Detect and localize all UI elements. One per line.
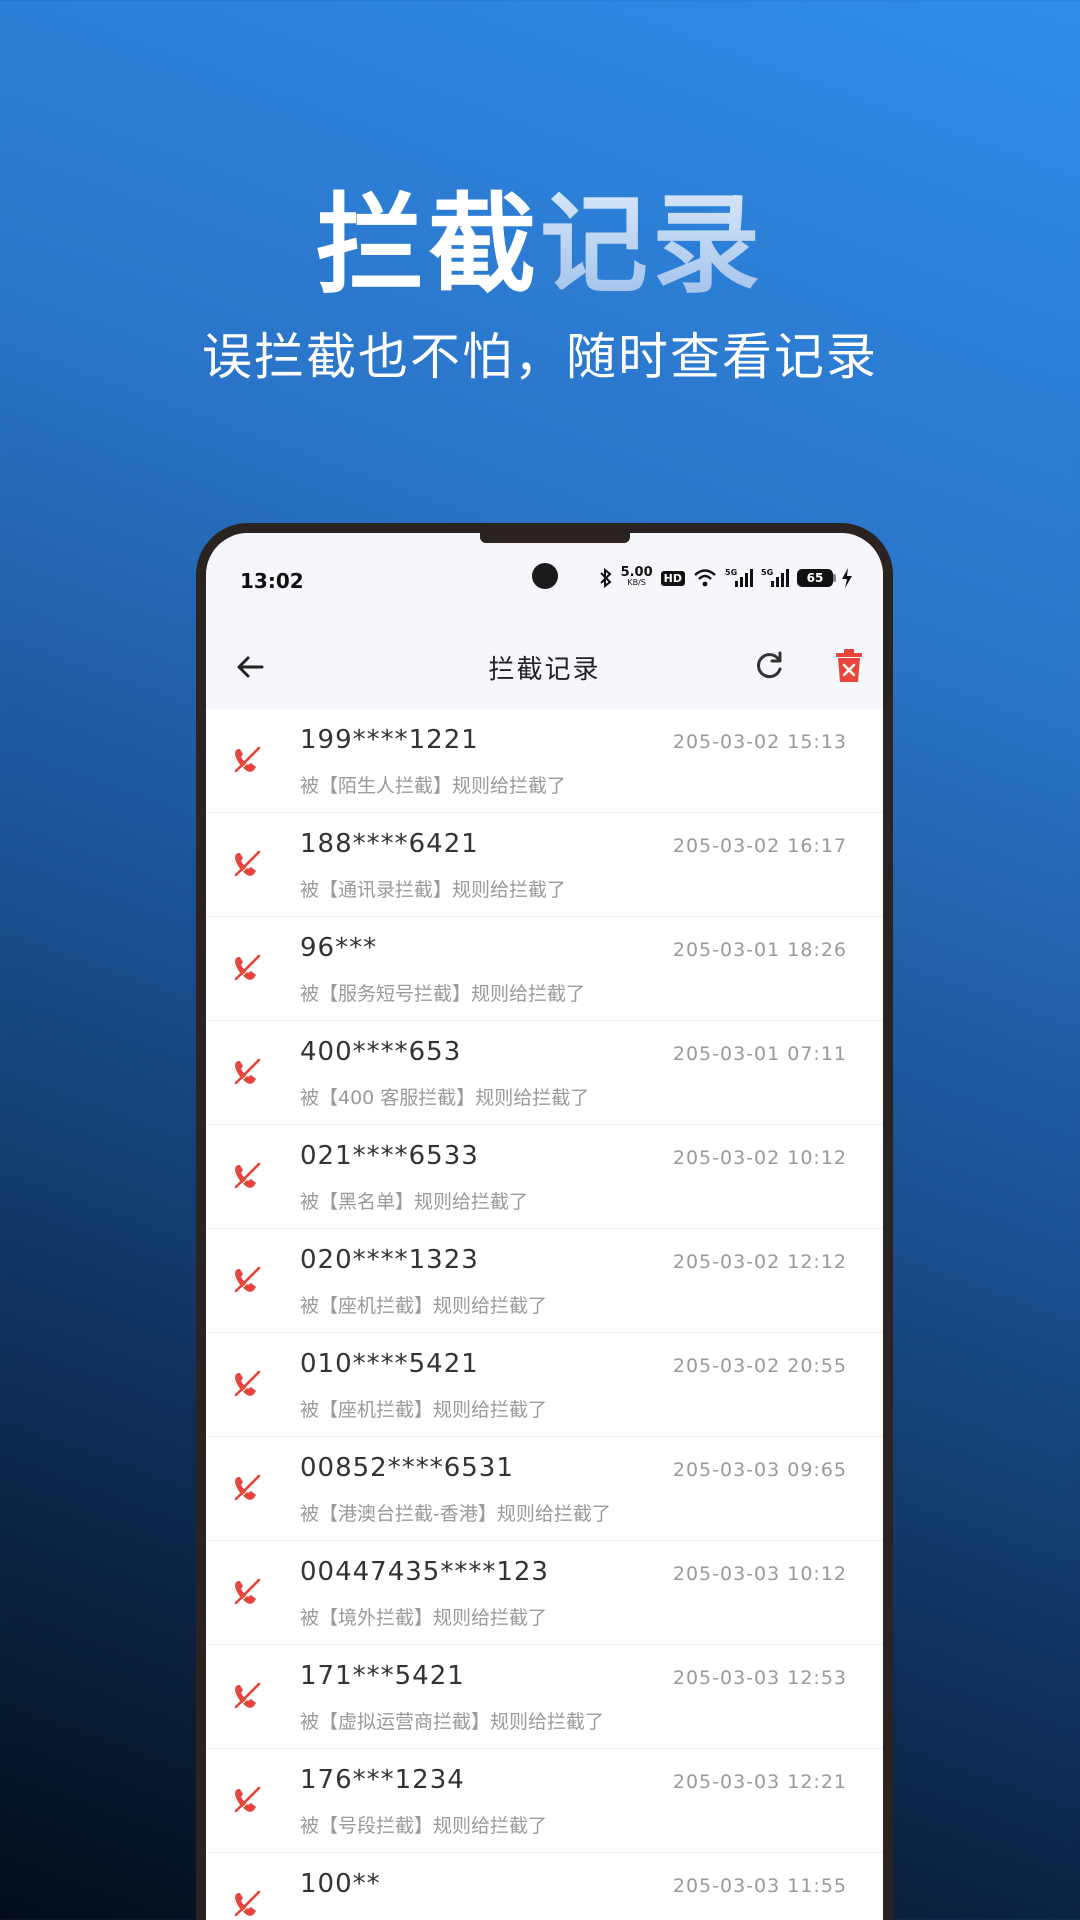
blocked-call-icon xyxy=(234,1474,262,1502)
wifi-icon xyxy=(694,569,716,587)
record-number: 400****653 xyxy=(300,1037,462,1067)
record-row[interactable]: 176***1234 205-03-03 12:21 被【号段拦截】规则给拦截了 xyxy=(206,1749,883,1853)
record-description: 被【港澳台拦截-香港】规则给拦截了 xyxy=(300,1503,611,1525)
hd-icon: HD xyxy=(660,570,685,586)
record-description: 被【服务短号拦截】规则给拦截了 xyxy=(300,983,586,1005)
record-time: 205-03-03 12:21 xyxy=(672,1771,847,1793)
signal-5g-icon: 5G xyxy=(725,568,753,587)
record-row[interactable]: 010****5421 205-03-02 20:55 被【座机拦截】规则给拦截… xyxy=(206,1333,883,1437)
blocked-call-icon xyxy=(234,954,262,982)
net-speed-value: 5.00 xyxy=(620,565,653,580)
record-number: 96*** xyxy=(300,933,378,963)
delete-all-button[interactable] xyxy=(834,649,864,683)
record-number: 199****1221 xyxy=(300,725,479,755)
blocked-call-icon xyxy=(234,1162,262,1190)
phone-notch xyxy=(480,533,630,543)
svg-text:5G: 5G xyxy=(761,568,773,577)
record-time: 205-03-03 12:53 xyxy=(672,1667,847,1689)
record-number: 00447435****123 xyxy=(300,1557,549,1587)
blocked-call-icon xyxy=(234,1786,262,1814)
record-time: 205-03-02 10:12 xyxy=(672,1147,847,1169)
record-row[interactable]: 188****6421 205-03-02 16:17 被【通讯录拦截】规则给拦… xyxy=(206,813,883,917)
record-description: 被【号段拦截】规则给拦截了 xyxy=(300,1815,548,1837)
record-time: 205-03-03 11:55 xyxy=(672,1875,847,1897)
net-speed-unit: KB/S xyxy=(627,578,646,587)
record-number: 100** xyxy=(300,1869,381,1899)
phone-screen: 13:02 5.00 KB/S HD 5G 5G 65 拦截记录 199****… xyxy=(206,533,883,1920)
charging-icon xyxy=(842,568,852,588)
record-row[interactable]: 020****1323 205-03-02 12:12 被【座机拦截】规则给拦截… xyxy=(206,1229,883,1333)
record-row[interactable]: 00447435****123 205-03-03 10:12 被【境外拦截】规… xyxy=(206,1541,883,1645)
signal-5g-icon: 5G xyxy=(761,568,789,587)
blocked-call-icon xyxy=(234,1682,262,1710)
record-description: 被【座机拦截】规则给拦截了 xyxy=(300,1295,548,1317)
battery-icon: 65 xyxy=(797,569,836,587)
app-bar: 拦截记录 xyxy=(206,623,883,709)
record-time: 205-03-01 07:11 xyxy=(672,1043,847,1065)
hero-title-part2: 记录 xyxy=(540,183,765,308)
bluetooth-icon xyxy=(599,567,612,589)
record-row[interactable]: 96*** 205-03-01 18:26 被【服务短号拦截】规则给拦截了 xyxy=(206,917,883,1021)
blocked-call-icon xyxy=(234,850,262,878)
record-row[interactable]: 171***5421 205-03-03 12:53 被【虚拟运营商拦截】规则给… xyxy=(206,1645,883,1749)
blocked-call-icon xyxy=(234,1370,262,1398)
front-camera xyxy=(532,563,558,589)
record-description: 被【座机拦截】规则给拦截了 xyxy=(300,1399,548,1421)
record-row[interactable]: 400****653 205-03-01 07:11 被【400 客服拦截】规则… xyxy=(206,1021,883,1125)
svg-text:5G: 5G xyxy=(725,568,737,577)
blocked-call-icon xyxy=(234,1890,262,1918)
record-number: 171***5421 xyxy=(300,1661,465,1691)
record-number: 00852****6531 xyxy=(300,1453,514,1483)
net-speed: 5.00 KB/S xyxy=(620,565,653,588)
record-row[interactable]: 100** 205-03-03 11:55 被【号段拦截】规则给拦截了 xyxy=(206,1853,883,1920)
record-description: 被【陌生人拦截】规则给拦截了 xyxy=(300,775,567,797)
blocked-call-icon xyxy=(234,746,262,774)
status-icons: 5.00 KB/S HD 5G 5G 65 xyxy=(599,563,853,593)
phone-frame: 13:02 5.00 KB/S HD 5G 5G 65 拦截记录 199****… xyxy=(196,523,893,1920)
record-description: 被【黑名单】规则给拦截了 xyxy=(300,1191,529,1213)
blocked-call-icon xyxy=(234,1578,262,1606)
record-row[interactable]: 021****6533 205-03-02 10:12 被【黑名单】规则给拦截了 xyxy=(206,1125,883,1229)
battery-level: 65 xyxy=(806,571,824,585)
record-description: 被【通讯录拦截】规则给拦截了 xyxy=(300,879,567,901)
status-time: 13:02 xyxy=(240,569,304,593)
record-time: 205-03-02 15:13 xyxy=(672,731,847,753)
record-time: 205-03-02 20:55 xyxy=(672,1355,847,1377)
record-number: 010****5421 xyxy=(300,1349,479,1379)
record-time: 205-03-02 16:17 xyxy=(672,835,847,857)
record-number: 176***1234 xyxy=(300,1765,465,1795)
blocked-call-icon xyxy=(234,1058,262,1086)
record-number: 188****6421 xyxy=(300,829,479,859)
blocked-call-icon xyxy=(234,1266,262,1294)
record-row[interactable]: 00852****6531 205-03-03 09:65 被【港澳台拦截-香港… xyxy=(206,1437,883,1541)
record-time: 205-03-03 10:12 xyxy=(672,1563,847,1585)
record-description: 被【虚拟运营商拦截】规则给拦截了 xyxy=(300,1711,605,1733)
record-number: 020****1323 xyxy=(300,1245,479,1275)
record-description: 被【号段拦截】规则给拦截了 xyxy=(300,1915,547,1920)
record-description: 被【境外拦截】规则给拦截了 xyxy=(300,1607,548,1629)
hero-subtitle: 误拦截也不怕，随时查看记录 xyxy=(202,328,878,386)
record-description: 被【400 客服拦截】规则给拦截了 xyxy=(300,1087,590,1109)
record-time: 205-03-01 18:26 xyxy=(672,939,847,961)
record-row[interactable]: 199****1221 205-03-02 15:13 被【陌生人拦截】规则给拦… xyxy=(206,709,883,813)
refresh-button[interactable] xyxy=(752,649,786,683)
record-number: 021****6533 xyxy=(300,1141,479,1171)
record-list: 199****1221 205-03-02 15:13 被【陌生人拦截】规则给拦… xyxy=(206,709,883,1920)
record-time: 205-03-02 12:12 xyxy=(672,1251,847,1273)
record-time: 205-03-03 09:65 xyxy=(672,1459,847,1481)
hero-title-part1: 拦截 xyxy=(315,183,540,308)
hero-title: 拦截记录 xyxy=(0,186,1080,306)
